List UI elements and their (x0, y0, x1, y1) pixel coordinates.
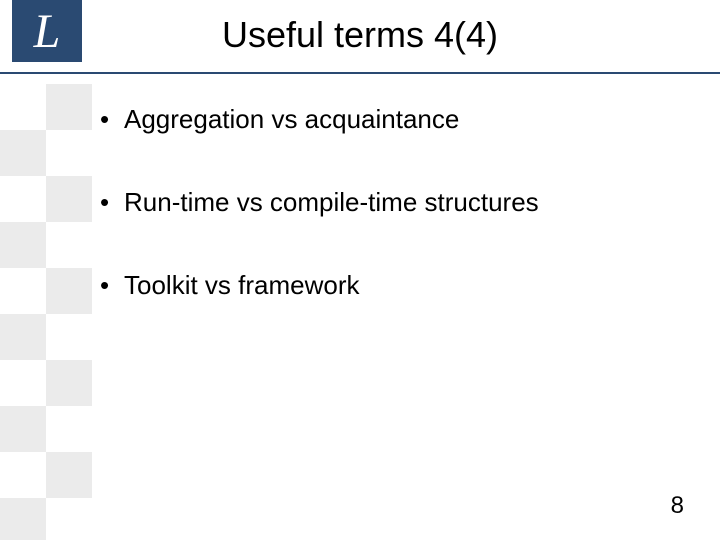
bullet-item: Toolkit vs framework (100, 270, 690, 301)
bullet-item: Run-time vs compile-time structures (100, 187, 690, 218)
bullet-item: Aggregation vs acquaintance (100, 104, 690, 135)
slide-title: Useful terms 4(4) (0, 14, 720, 56)
page-number: 8 (671, 492, 684, 520)
slide-content: Aggregation vs acquaintance Run-time vs … (0, 74, 720, 301)
slide-header: L Useful terms 4(4) (0, 0, 720, 74)
